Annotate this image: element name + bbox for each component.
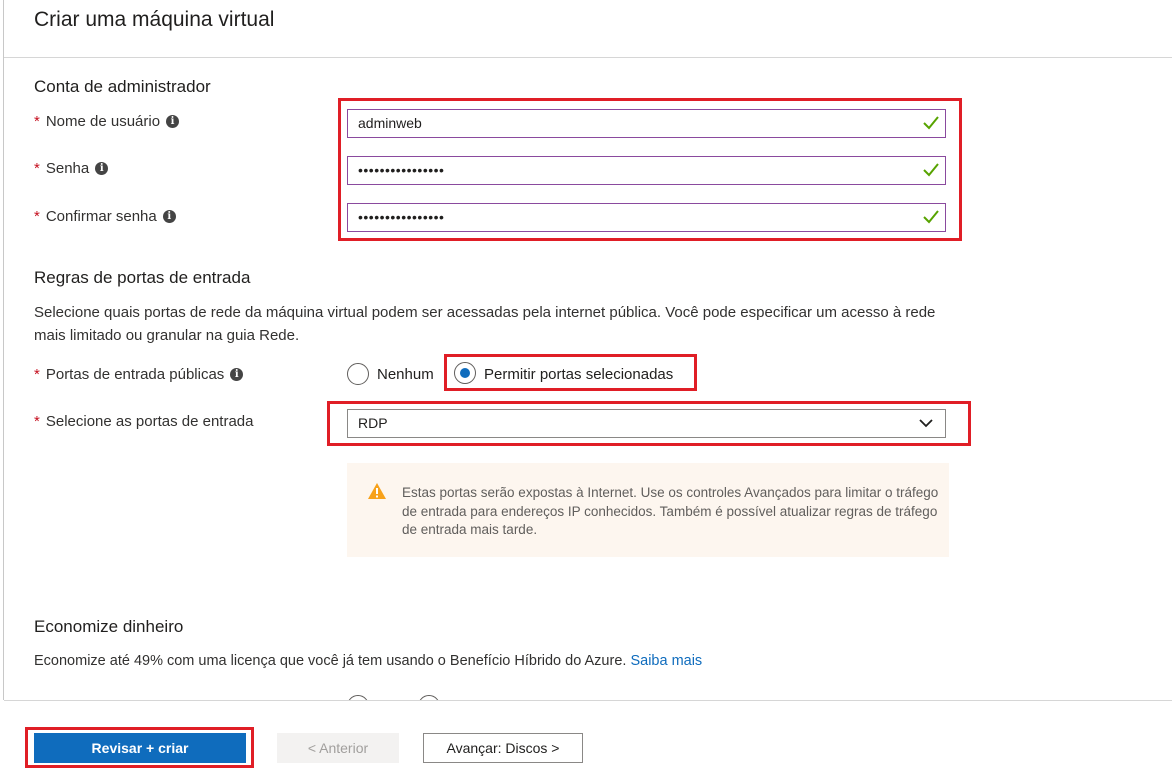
radio-allow-label[interactable]: Permitir portas selecionadas [484,366,673,383]
footer-divider [4,700,1172,701]
required-marker: * [34,413,40,430]
select-ports-label: * Selecione as portas de entrada [34,413,254,430]
warning-icon [368,483,386,499]
inbound-ports-value: RDP [358,415,388,431]
password-label-text: Senha [45,160,90,177]
admin-section-title: Conta de administrador [34,77,211,96]
select-ports-label-text: Selecione as portas de entrada [45,413,254,430]
info-icon[interactable]: i [95,162,109,175]
savings-text-line: Economize até 49% com uma licença que vo… [34,653,702,669]
previous-button[interactable]: < Anterior [277,733,399,763]
radio-none[interactable] [347,363,369,385]
username-input[interactable]: adminweb [347,109,946,138]
confirm-password-label-text: Confirmar senha [45,208,157,225]
review-create-button[interactable]: Revisar + criar [34,733,246,763]
learn-more-link[interactable]: Saiba mais [630,653,702,669]
ports-section-title: Regras de portas de entrada [34,268,251,287]
password-value: •••••••••••••••• [358,162,445,178]
required-marker: * [34,366,40,383]
username-label-text: Nome de usuário [45,113,161,130]
username-label: * Nome de usuário i [34,113,180,130]
radio-allow-selected-ports[interactable] [454,362,476,384]
ports-description: Selecione quais portas de rede da máquin… [34,304,936,344]
checkmark-icon [923,116,939,130]
username-value: adminweb [358,115,422,131]
public-ports-label-text: Portas de entrada públicas [45,366,225,383]
password-input[interactable]: •••••••••••••••• [347,156,946,185]
inbound-ports-dropdown[interactable]: RDP [347,409,946,438]
confirm-password-input[interactable]: •••••••••••••••• [347,203,946,232]
required-marker: * [34,208,40,225]
header-divider [4,57,1172,58]
next-disks-button[interactable]: Avançar: Discos > [423,733,583,763]
radio-none-label[interactable]: Nenhum [377,366,434,383]
warning-text: Estas portas serão expostas à Internet. … [402,485,939,537]
checkmark-icon [923,163,939,177]
confirm-password-label: * Confirmar senha i [34,208,176,225]
required-marker: * [34,160,40,177]
info-icon[interactable]: i [162,210,176,223]
info-icon[interactable]: i [166,115,180,128]
savings-text: Economize até 49% com uma licença que vo… [34,653,627,669]
page-title: Criar uma máquina virtual [34,8,275,31]
password-label: * Senha i [34,160,109,177]
confirm-password-value: •••••••••••••••• [358,209,445,225]
required-marker: * [34,113,40,130]
checkmark-icon [923,210,939,224]
info-icon[interactable]: i [230,368,244,381]
public-ports-label: * Portas de entrada públicas i [34,366,244,383]
savings-section-title: Economize dinheiro [34,617,184,636]
left-border [3,0,4,700]
chevron-down-icon [919,419,933,428]
